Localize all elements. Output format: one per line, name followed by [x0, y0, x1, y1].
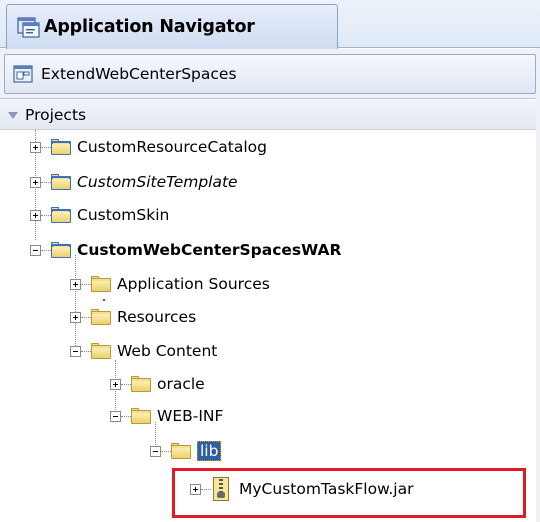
project-folder-icon — [51, 174, 71, 190]
application-selector-bar: ExtendWebCenterSpaces — [0, 49, 540, 99]
tree-connector — [41, 214, 51, 216]
application-navigator-icon — [15, 14, 41, 40]
tab-application-navigator[interactable]: Application Navigator — [6, 4, 338, 49]
folder-icon — [91, 309, 111, 325]
project-tree: CustomResourceCatalog CustomSiteTemplate… — [0, 130, 540, 522]
tree-node-custom-site-template[interactable]: CustomSiteTemplate — [30, 168, 238, 196]
navigator-tab-strip: Application Navigator — [0, 0, 540, 49]
tree-node-label: Application Sources — [117, 275, 270, 293]
tree-node-label-selected: lib — [197, 441, 222, 461]
projects-section-header[interactable]: Projects — [0, 100, 540, 130]
folder-icon — [91, 343, 111, 359]
projects-label: Projects — [25, 105, 87, 124]
expand-plus-icon[interactable] — [70, 311, 81, 323]
tree-connector — [81, 350, 91, 352]
expand-plus-icon[interactable] — [110, 378, 121, 390]
folder-icon — [131, 376, 151, 392]
collapse-minus-icon[interactable] — [70, 345, 81, 357]
tree-node-resources[interactable]: Resources — [70, 303, 196, 331]
expand-plus-icon[interactable] — [30, 176, 41, 188]
project-folder-icon — [51, 139, 71, 155]
tree-node-label: CustomResourceCatalog — [77, 138, 267, 156]
expand-plus-icon[interactable] — [30, 209, 41, 221]
folder-icon — [91, 276, 111, 292]
tree-node-web-content[interactable]: Web Content — [70, 337, 217, 365]
tree-node-label: CustomSkin — [77, 206, 170, 224]
tree-node-label: Resources — [117, 308, 197, 326]
tree-node-label: WEB-INF — [157, 407, 224, 425]
tree-node-lib[interactable]: lib — [150, 437, 222, 465]
tree-node-label: Web Content — [117, 342, 218, 360]
folder-icon — [171, 443, 191, 459]
tree-node-label: oracle — [157, 375, 205, 393]
tree-connector — [41, 146, 51, 148]
expand-plus-icon[interactable] — [70, 278, 81, 290]
tree-connector — [81, 316, 91, 318]
tree-node-custom-resource-catalog[interactable]: CustomResourceCatalog — [30, 133, 267, 161]
expand-plus-icon[interactable] — [30, 141, 41, 153]
tree-node-oracle[interactable]: oracle — [110, 370, 205, 398]
panel-right-edge — [536, 48, 540, 522]
folder-icon — [131, 408, 151, 424]
project-folder-icon — [51, 207, 71, 223]
tree-node-label: CustomWebCenterSpacesWAR — [77, 241, 342, 259]
collapse-minus-icon[interactable] — [30, 244, 41, 256]
tree-connector — [121, 415, 131, 417]
tree-node-web-inf[interactable]: WEB-INF — [110, 402, 223, 430]
project-folder-icon — [51, 242, 71, 258]
application-selector[interactable]: ExtendWebCenterSpaces — [4, 54, 536, 94]
tree-connector — [121, 383, 131, 385]
panel-title: Application Navigator — [44, 17, 255, 37]
tree-connector — [81, 283, 91, 285]
tree-connector — [41, 181, 51, 183]
application-icon — [13, 64, 33, 84]
tree-node-label: CustomSiteTemplate — [77, 173, 238, 191]
application-navigator-panel: Application Navigator ExtendWebCenterSpa… — [0, 0, 540, 522]
annotation-dot — [103, 299, 105, 301]
tree-node-custom-skin[interactable]: CustomSkin — [30, 201, 169, 229]
tree-connector — [41, 249, 51, 251]
collapse-minus-icon[interactable] — [150, 445, 161, 457]
highlight-box — [172, 468, 526, 518]
application-name: ExtendWebCenterSpaces — [41, 65, 237, 83]
tree-node-application-sources[interactable]: Application Sources — [70, 270, 270, 298]
collapse-triangle-icon[interactable] — [8, 111, 18, 119]
collapse-minus-icon[interactable] — [110, 410, 121, 422]
tree-node-custom-webcenter-spaces-war[interactable]: CustomWebCenterSpacesWAR — [30, 236, 341, 264]
tree-connector — [161, 450, 171, 452]
